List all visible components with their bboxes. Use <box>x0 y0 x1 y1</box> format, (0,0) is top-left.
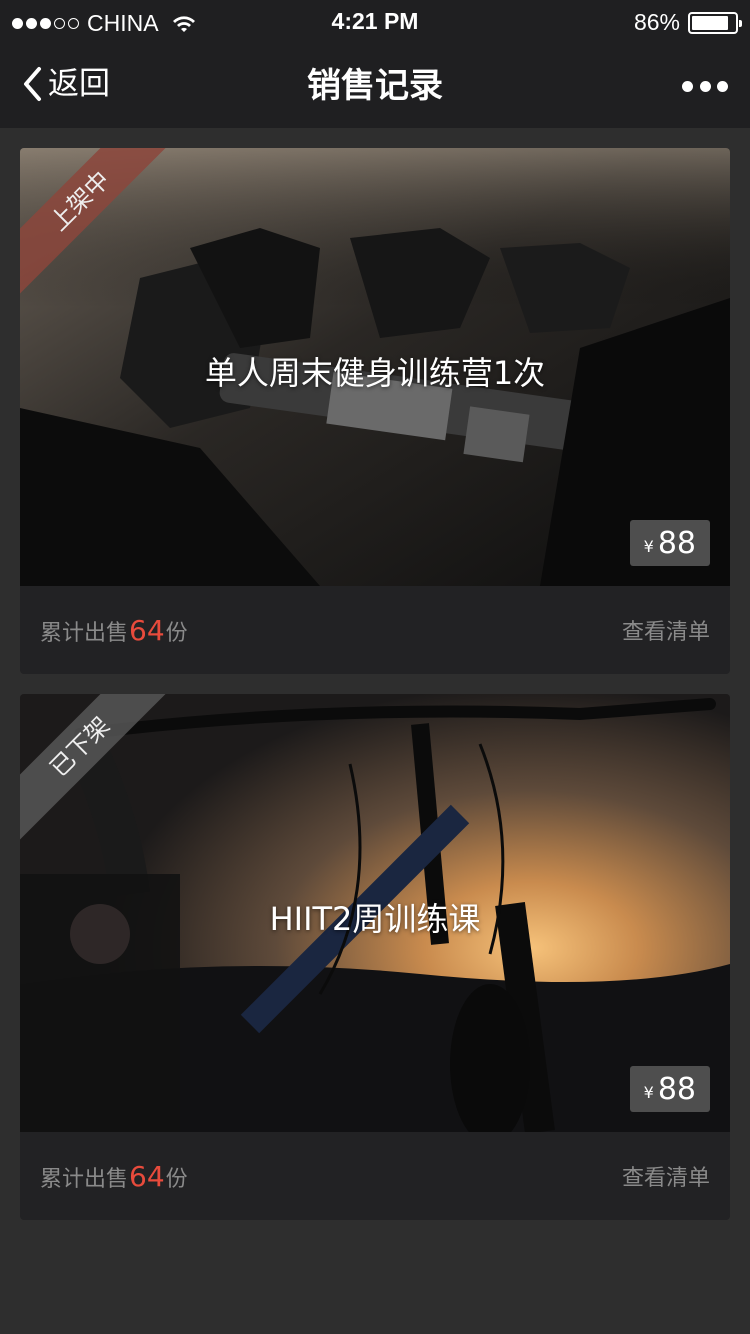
currency-symbol: ¥ <box>643 1082 654 1102</box>
product-card[interactable]: 上架中 单人周末健身训练营1次 ¥ 88 累计出售 64 份 查看清单 <box>20 148 730 674</box>
sales-prefix: 累计出售 <box>40 1166 129 1192</box>
status-ribbon-label: 上架中 <box>20 148 175 296</box>
sales-suffix: 份 <box>165 620 188 646</box>
more-dots-icon[interactable] <box>682 76 728 96</box>
price-value: 88 <box>657 525 696 561</box>
battery-level <box>692 15 729 30</box>
product-image-dumbbells: 上架中 单人周末健身训练营1次 ¥ 88 <box>20 148 730 586</box>
view-list-link[interactable]: 查看清单 <box>622 614 710 646</box>
product-image-bicycle: 已下架 HIIT2周训练课 ¥ 88 <box>20 694 730 1132</box>
view-list-link[interactable]: 查看清单 <box>622 1160 710 1192</box>
battery-icon <box>688 11 742 34</box>
status-bar: CHINA 4:21 PM 86% <box>0 0 750 44</box>
status-right: 86% <box>633 9 742 36</box>
card-footer: 累计出售 64 份 查看清单 <box>20 1132 730 1220</box>
battery-percent: 86% <box>633 9 680 35</box>
page-title: 销售记录 <box>307 66 443 106</box>
product-title: HIIT2周训练课 <box>269 900 481 938</box>
sales-summary: 累计出售 64 份 <box>40 1160 188 1193</box>
price-tag: ¥ 88 <box>629 520 710 566</box>
status-ribbon: 上架中 <box>20 148 200 328</box>
status-ribbon: 已下架 <box>20 694 200 874</box>
sales-count: 64 <box>129 613 165 647</box>
nav-bar: 返回 销售记录 <box>0 44 750 128</box>
sales-prefix: 累计出售 <box>40 620 129 646</box>
product-card[interactable]: 已下架 HIIT2周训练课 ¥ 88 累计出售 64 份 查看清单 <box>20 694 730 1220</box>
sales-summary: 累计出售 64 份 <box>40 614 188 647</box>
price-value: 88 <box>657 1071 696 1107</box>
status-ribbon-label: 已下架 <box>20 694 175 842</box>
sales-count: 64 <box>129 1159 165 1193</box>
product-title: 单人周末健身训练营1次 <box>204 354 546 392</box>
price-tag: ¥ 88 <box>629 1066 710 1112</box>
sales-suffix: 份 <box>165 1166 188 1192</box>
currency-symbol: ¥ <box>643 536 654 556</box>
card-footer: 累计出售 64 份 查看清单 <box>20 586 730 674</box>
